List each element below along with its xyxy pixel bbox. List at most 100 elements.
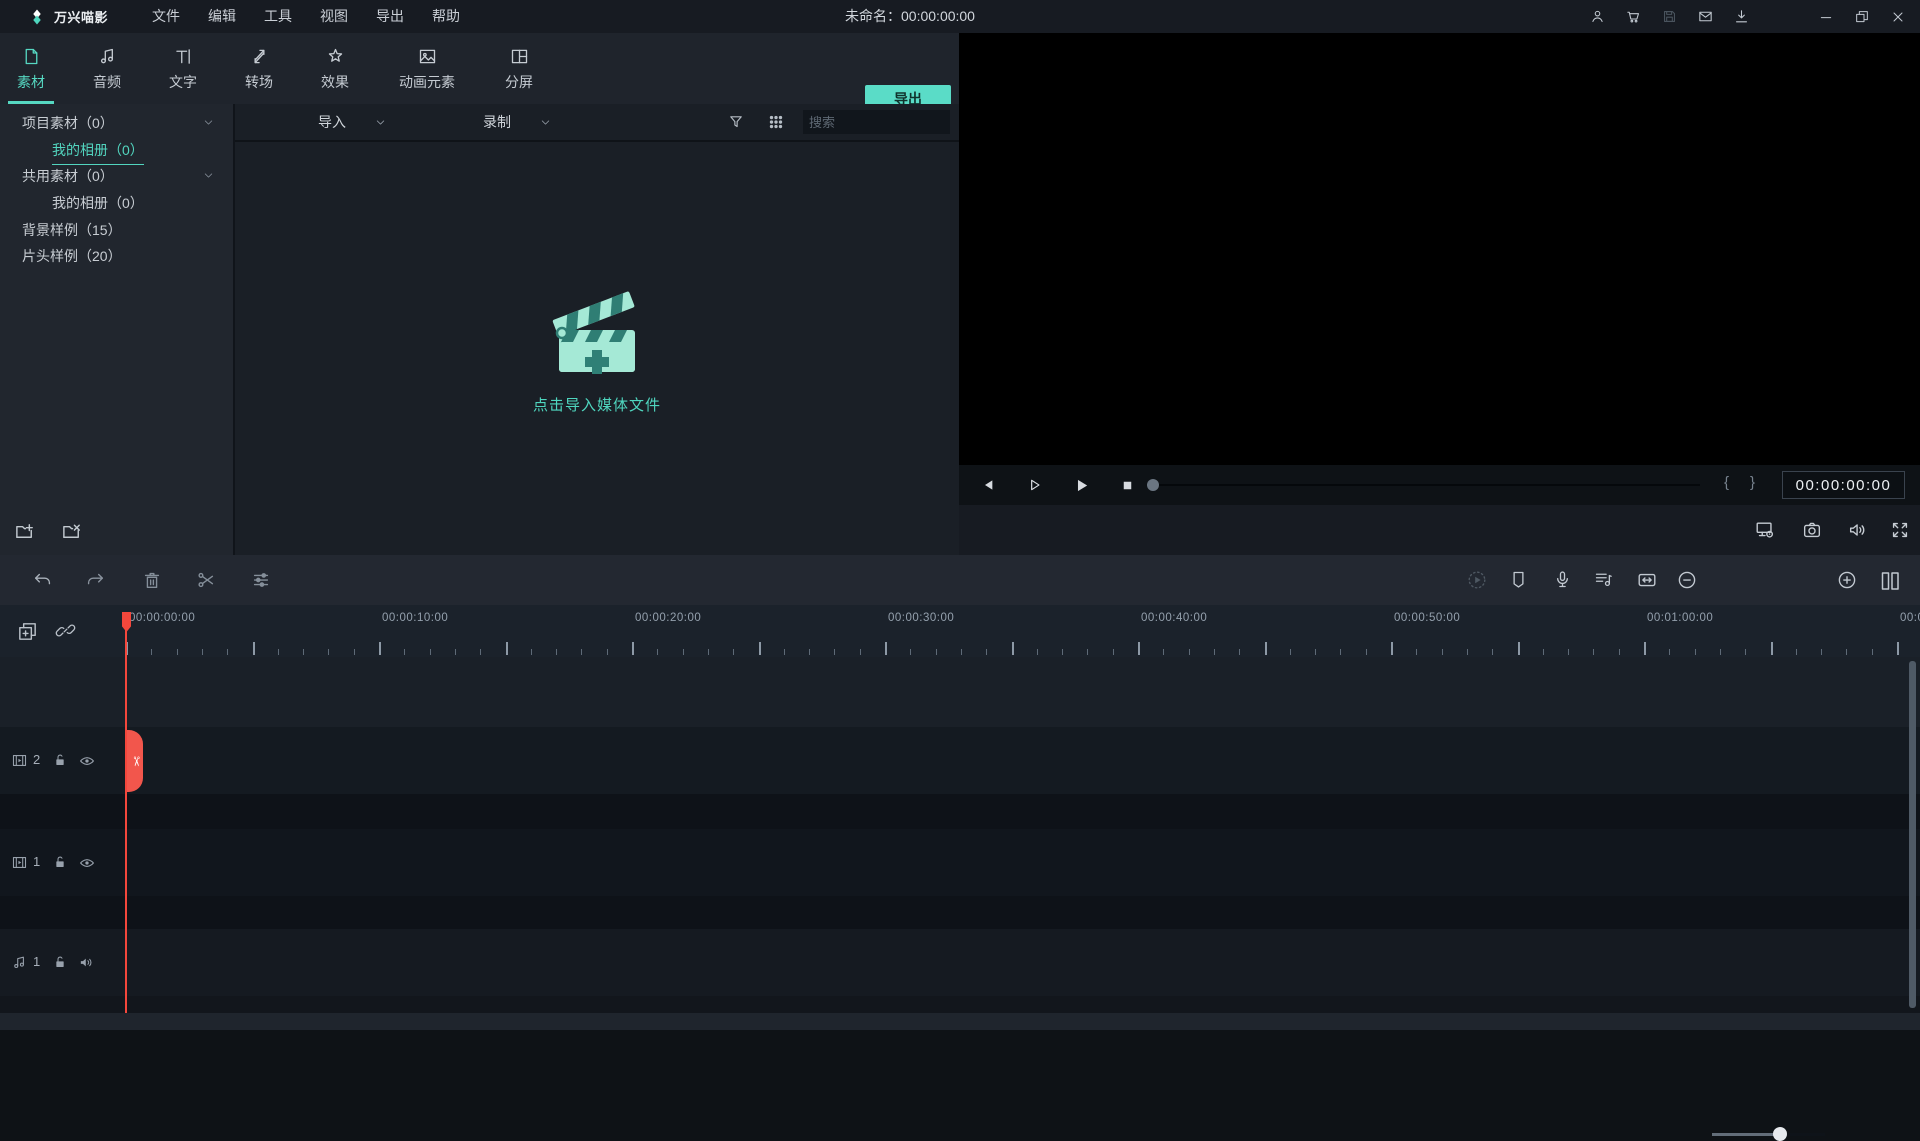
track-number: 1 — [33, 854, 41, 869]
ruler-tick — [277, 649, 279, 655]
tab-elements[interactable]: 动画元素 — [388, 33, 466, 104]
chevron-down-icon[interactable] — [202, 116, 215, 129]
menu-tools[interactable]: 工具 — [250, 0, 306, 33]
mark-out-button[interactable]: } — [1750, 474, 1755, 491]
play-button[interactable] — [1068, 477, 1094, 494]
zoom-slider-handle[interactable] — [1773, 1127, 1787, 1141]
seek-handle[interactable] — [1147, 479, 1159, 491]
menu-export[interactable]: 导出 — [362, 0, 418, 33]
redo-icon[interactable] — [84, 569, 106, 591]
video-track-1[interactable]: 1 — [0, 829, 1920, 896]
download-icon[interactable] — [1733, 8, 1750, 25]
add-folder-icon[interactable] — [14, 520, 37, 543]
adjust-sliders-icon[interactable] — [250, 569, 272, 591]
lock-icon[interactable] — [52, 752, 68, 768]
stop-button[interactable] — [1114, 478, 1140, 493]
cart-icon[interactable] — [1625, 8, 1642, 25]
filter-funnel-icon[interactable] — [727, 113, 745, 131]
previous-frame-button[interactable] — [976, 477, 1002, 493]
video-track-2[interactable]: 2 — [0, 727, 1920, 794]
import-button[interactable]: 导入 — [318, 112, 346, 132]
ruler-label: 00:00:50:00 — [1394, 612, 1461, 624]
timeline-ruler[interactable]: 00:00:00:00 00:00:10:00 00:00:20:00 00:00:3… — [0, 605, 1920, 657]
import-chevron-icon[interactable] — [374, 116, 387, 129]
speaker-icon[interactable] — [78, 954, 95, 971]
render-preview-icon[interactable] — [1466, 569, 1488, 591]
sidebar-item-my-album-project[interactable]: 我的相册（0） — [0, 137, 233, 165]
lock-icon[interactable] — [52, 854, 68, 870]
timeline-tracks: 2 1 1 — [0, 657, 1920, 1013]
sidebar-item-project-media[interactable]: 项目素材（0） — [0, 110, 233, 136]
mail-icon[interactable] — [1697, 8, 1714, 25]
display-settings-icon[interactable] — [1754, 519, 1776, 541]
delete-folder-icon[interactable] — [61, 520, 84, 543]
timeline-hscroll-area[interactable] — [0, 1013, 1920, 1030]
playhead-split-handle[interactable]: ✂ — [127, 730, 143, 792]
undo-icon[interactable] — [32, 569, 54, 591]
titlebar: 万兴喵影 文件 编辑 工具 视图 导出 帮助 未命名：00:00:00:00 — [0, 0, 1920, 33]
account-icon[interactable] — [1589, 8, 1606, 25]
ruler-tick — [960, 649, 962, 655]
record-chevron-icon[interactable] — [539, 116, 552, 129]
marker-icon[interactable] — [1508, 569, 1529, 590]
import-media-dropzone[interactable]: 点击导入媒体文件 — [235, 140, 959, 555]
zoom-out-icon[interactable] — [1676, 569, 1698, 591]
menu-edit[interactable]: 编辑 — [194, 0, 250, 33]
audio-track-1[interactable]: 1 — [0, 929, 1920, 996]
ruler-tick — [303, 649, 305, 655]
menubar: 文件 编辑 工具 视图 导出 帮助 — [138, 0, 474, 33]
close-icon[interactable] — [1890, 9, 1906, 25]
library-sidebar: 项目素材（0） 我的相册（0） 共用素材（0） 我的相册（0） 背景样例（15）… — [0, 104, 233, 555]
timeline-vscrollbar[interactable] — [1909, 661, 1916, 1008]
ruler-tick — [1289, 649, 1291, 655]
ruler-tick — [1391, 642, 1393, 655]
next-frame-button[interactable] — [1022, 477, 1048, 493]
eye-icon[interactable] — [78, 752, 96, 770]
playhead-line[interactable] — [125, 612, 127, 1013]
fullscreen-icon[interactable] — [1889, 519, 1911, 541]
video-track-icon — [12, 857, 27, 868]
tab-splitscreen[interactable]: 分屏 — [496, 33, 542, 104]
sidebar-item-background-samples[interactable]: 背景样例（15） — [0, 217, 233, 243]
lock-icon[interactable] — [52, 954, 68, 970]
snapshot-camera-icon[interactable] — [1801, 519, 1823, 541]
tab-media[interactable]: 素材 — [8, 33, 54, 104]
menu-help[interactable]: 帮助 — [418, 0, 474, 33]
mic-icon[interactable] — [1552, 569, 1573, 590]
audio-mixer-icon[interactable] — [1593, 569, 1614, 590]
seek-bar[interactable] — [1147, 479, 1700, 491]
sidebar-item-intro-samples[interactable]: 片头样例（20） — [0, 243, 233, 269]
tab-audio[interactable]: 音频 — [84, 33, 130, 104]
trash-icon[interactable] — [141, 569, 163, 591]
sidebar-item-my-album-shared[interactable]: 我的相册（0） — [0, 190, 233, 216]
menu-file[interactable]: 文件 — [138, 0, 194, 33]
scissors-icon[interactable] — [195, 569, 217, 591]
grid-view-icon[interactable] — [767, 113, 785, 131]
minimize-icon[interactable] — [1818, 9, 1834, 25]
eye-icon[interactable] — [78, 854, 96, 872]
record-button[interactable]: 录制 — [483, 112, 511, 132]
timeline-zoom-slider[interactable] — [1712, 1127, 1825, 1141]
media-folder-icon — [25, 48, 37, 65]
empty-track-zone[interactable] — [0, 657, 1920, 727]
menu-view[interactable]: 视图 — [306, 0, 362, 33]
volume-icon[interactable] — [1847, 519, 1869, 541]
ruler-tick — [758, 642, 761, 655]
ruler-tick — [201, 649, 203, 655]
tab-text[interactable]: 文字 — [160, 33, 206, 104]
zoom-in-icon[interactable] — [1836, 569, 1858, 591]
restore-icon[interactable] — [1854, 9, 1870, 25]
project-title: 未命名：00:00:00:00 — [845, 8, 975, 24]
ruler-tick — [986, 649, 988, 655]
tracks-tail-zone — [0, 996, 1920, 1013]
tab-effects[interactable]: 效果 — [312, 33, 358, 104]
tab-transitions[interactable]: 转场 — [236, 33, 282, 104]
mark-in-button[interactable]: { — [1724, 474, 1729, 491]
save-icon[interactable] — [1661, 8, 1678, 25]
panel-toggle-icon[interactable] — [1878, 569, 1902, 593]
track-number: 1 — [33, 954, 41, 969]
chevron-down-icon[interactable] — [202, 169, 215, 182]
fit-timeline-icon[interactable] — [1636, 569, 1658, 591]
ruler-tick — [632, 642, 634, 655]
sidebar-item-shared-media[interactable]: 共用素材（0） — [0, 163, 233, 189]
